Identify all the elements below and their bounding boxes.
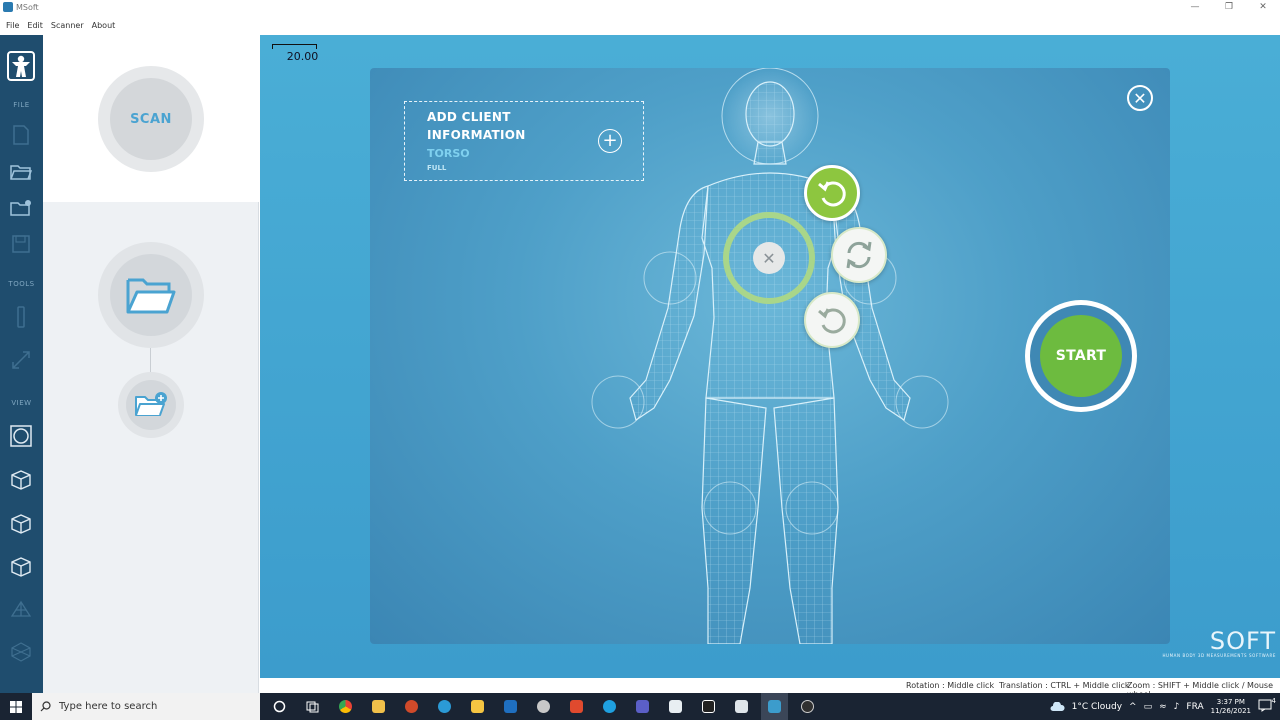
powerpoint-icon[interactable] — [398, 693, 425, 720]
section-tools-label: TOOLS — [8, 280, 35, 288]
open-file-button[interactable] — [110, 254, 192, 336]
new-folder-ring — [118, 372, 184, 438]
view-front-icon[interactable] — [10, 425, 32, 447]
brand-name: SOFT — [1209, 627, 1276, 655]
brand-tagline: HUMAN BODY 3D MEASUREMENTS SOFTWARE — [1162, 653, 1276, 658]
view-cube-right-icon[interactable] — [10, 513, 32, 535]
menu-bar: File Edit Scanner About — [0, 17, 1280, 33]
maximize-button[interactable]: ❐ — [1212, 0, 1246, 14]
view-wireframe-icon[interactable] — [10, 599, 32, 621]
view-cube-left-icon[interactable] — [10, 469, 32, 491]
open-file-ring — [98, 242, 204, 348]
scan-panel: SCAN — [43, 35, 259, 202]
refresh-icon — [846, 241, 872, 269]
new-file-icon[interactable] — [10, 124, 32, 146]
notification-count: 4 — [1271, 696, 1276, 705]
scan-mode-torso[interactable]: TORSO — [427, 147, 470, 160]
search-placeholder: Type here to search — [59, 701, 158, 712]
edge-icon[interactable] — [431, 693, 458, 720]
menu-scanner[interactable]: Scanner — [51, 21, 84, 30]
file-explorer-icon[interactable] — [464, 693, 491, 720]
windows-logo-icon — [10, 700, 22, 713]
window-title: MSoft — [16, 3, 39, 12]
view-mesh-icon[interactable] — [10, 641, 32, 663]
start-button-ring: START — [1025, 300, 1137, 412]
save-icon[interactable] — [10, 233, 32, 255]
store-icon[interactable] — [365, 693, 392, 720]
msoft-icon[interactable] — [761, 693, 788, 720]
scale-value: 20.00 — [286, 50, 319, 63]
close-window-button[interactable]: ✕ — [1246, 0, 1280, 14]
rotate-icon — [818, 181, 846, 207]
open-folder-icon[interactable] — [10, 161, 32, 183]
scan-button[interactable]: SCAN — [110, 78, 192, 160]
rotate-back-button[interactable] — [804, 292, 860, 348]
ruler-tool-icon[interactable] — [10, 306, 32, 328]
taskbar-apps — [266, 693, 821, 720]
new-folder-button[interactable] — [126, 380, 176, 430]
system-tray: 1°C Cloudy ^ ▭ ≈ ♪ FRA 3:37 PM 11/26/202… — [1049, 693, 1280, 720]
rotate-refresh-button[interactable] — [831, 227, 887, 283]
remove-point-button[interactable]: ✕ — [753, 242, 785, 274]
acrobat-icon[interactable] — [563, 693, 590, 720]
status-rotation: Rotation : Middle click — [906, 681, 995, 690]
close-card-button[interactable]: ✕ — [1127, 85, 1153, 111]
menu-file[interactable]: File — [6, 21, 19, 30]
view-cube-top-icon[interactable] — [10, 556, 32, 578]
language-indicator[interactable]: FRA — [1186, 702, 1203, 712]
chrome-icon[interactable] — [332, 693, 359, 720]
windows-taskbar: Type here to search 1°C Cloudy ^ ▭ ≈ ♪ F… — [0, 693, 1280, 720]
measure-tool-icon[interactable] — [10, 349, 32, 371]
app-icon[interactable] — [530, 693, 557, 720]
side-panel: SCAN — [43, 35, 259, 693]
taskbar-search[interactable]: Type here to search — [32, 693, 260, 720]
windows-start-button[interactable] — [0, 693, 32, 720]
section-file-label: FILE — [13, 101, 30, 109]
weather-text[interactable]: 1°C Cloudy — [1072, 702, 1122, 712]
network-icon[interactable]: ▭ — [1144, 702, 1153, 712]
rotate-active-button[interactable] — [804, 165, 860, 221]
body-wireframe-figure — [591, 68, 949, 644]
notification-icon[interactable]: 4 — [1258, 697, 1276, 715]
msoft-brand: SOFT HUMAN BODY 3D MEASUREMENTS SOFTWARE — [1126, 627, 1276, 658]
obs-icon[interactable] — [794, 693, 821, 720]
task-view-icon[interactable] — [299, 693, 326, 720]
taskbar-clock[interactable]: 3:37 PM 11/26/2021 — [1211, 698, 1251, 716]
scan-mode-full[interactable]: FULL — [427, 164, 446, 172]
start-button[interactable]: START — [1040, 315, 1122, 397]
cloud-icon — [1050, 701, 1065, 711]
add-client-title: ADD CLIENT INFORMATION — [427, 110, 526, 142]
wifi-icon[interactable]: ≈ — [1159, 702, 1167, 712]
skype-icon[interactable] — [596, 693, 623, 720]
menu-edit[interactable]: Edit — [27, 21, 43, 30]
menu-about[interactable]: About — [92, 21, 116, 30]
new-folder-icon[interactable] — [10, 197, 32, 219]
inkscape-icon[interactable] — [695, 693, 722, 720]
notepad-icon[interactable] — [662, 693, 689, 720]
open-folder-large-icon — [126, 278, 176, 314]
volume-icon[interactable]: ♪ — [1174, 702, 1180, 712]
scale-indicator: 20.00 — [272, 44, 319, 63]
app-logo-icon — [3, 2, 13, 12]
cortana-icon[interactable] — [266, 693, 293, 720]
search-icon — [40, 701, 51, 712]
window-titlebar: MSoft — ❐ ✕ — [0, 0, 1280, 16]
new-folder-plus-icon — [135, 392, 167, 416]
tray-chevron-icon[interactable]: ^ — [1129, 702, 1137, 712]
scan-button-ring: SCAN — [98, 66, 204, 172]
msoft-logo-icon — [7, 51, 35, 81]
rotate-back-icon — [818, 308, 846, 334]
window-icon[interactable] — [728, 693, 755, 720]
left-toolbar: FILE TOOLS VIEW — [0, 35, 43, 693]
3d-viewport[interactable]: 20.00 ADD CLIENT INFORMATION TORSO FULL … — [260, 35, 1280, 678]
status-translation: Translation : CTRL + Middle click — [999, 681, 1130, 690]
status-bar: Rotation : Middle click Translation : CT… — [260, 678, 1280, 699]
teams-icon[interactable] — [629, 693, 656, 720]
minimize-button[interactable]: — — [1178, 0, 1212, 14]
outlook-icon[interactable] — [497, 693, 524, 720]
section-view-label: VIEW — [11, 399, 32, 407]
